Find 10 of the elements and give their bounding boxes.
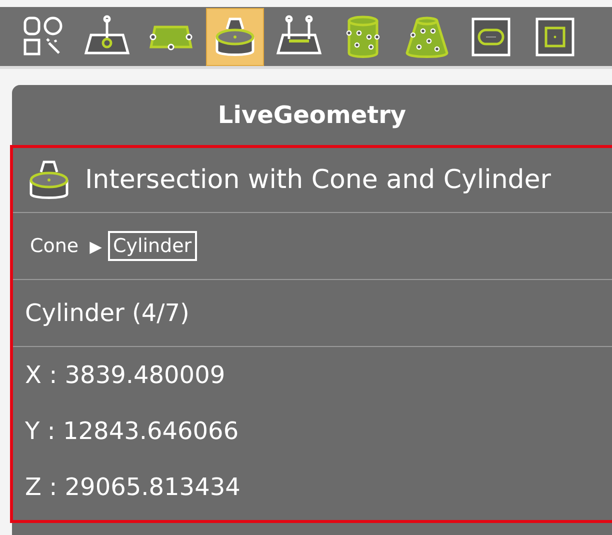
- tool-button[interactable]: [206, 8, 264, 66]
- panel-title: LiveGeometry: [216, 100, 408, 131]
- coordinate-text: Z : 29065.813434: [25, 473, 240, 501]
- breadcrumb-item[interactable]: Cylinder: [108, 231, 197, 261]
- heading: Intersection with Cone and Cylinder: [85, 165, 551, 195]
- separator-arrow: ▶: [90, 236, 102, 256]
- breadcrumb-item[interactable]: Cone: [25, 231, 84, 261]
- coordinate-text: Y : 12843.646066: [25, 417, 239, 445]
- coordinate-text: X : 3839.480009: [25, 361, 226, 389]
- section-label: Cylinder (4/7): [25, 299, 190, 327]
